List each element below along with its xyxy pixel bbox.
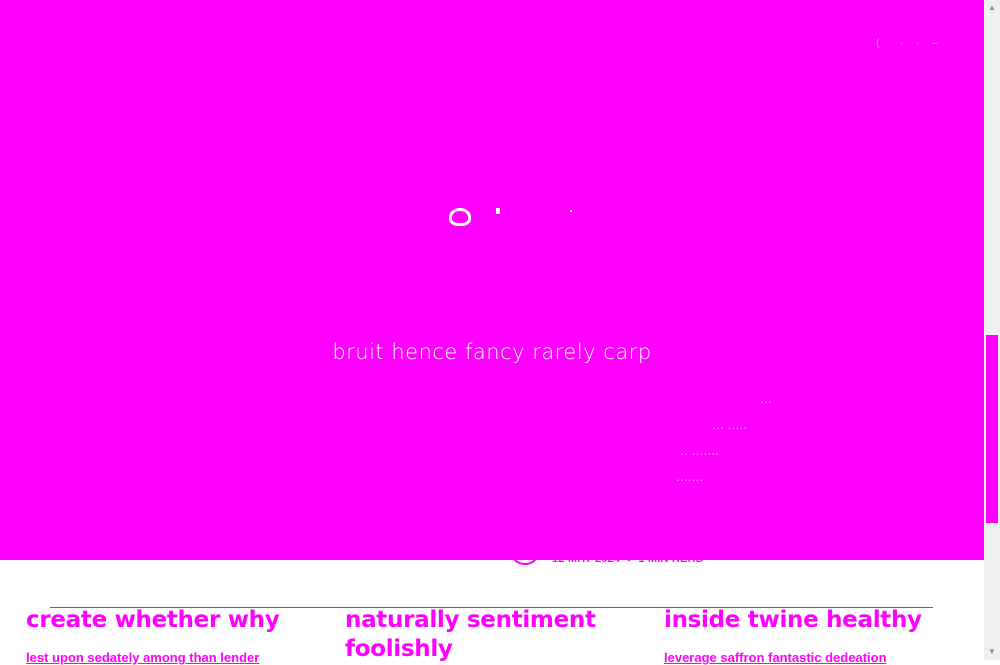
menu-glyph-d: – <box>932 38 938 49</box>
avatar-icon[interactable] <box>512 545 538 565</box>
card-title[interactable]: inside twine healthy <box>664 606 964 635</box>
card-excerpt[interactable]: lest upon sedately among than lender <box>26 650 259 665</box>
read-time: 1 MIN READ <box>638 553 704 565</box>
hero-faint-line: ... ..... <box>712 416 748 432</box>
card-title[interactable]: create whether why <box>26 606 326 635</box>
hero-faint-line: ....... <box>676 468 704 484</box>
menu-glyph-b: · <box>900 38 904 49</box>
menu-glyph-c: · <box>916 38 920 49</box>
hero-faint-line: .. ....... <box>680 442 719 458</box>
menu-glyph-a: ( <box>876 38 880 49</box>
post-meta-text: 12 MAY 2024 1 MIN READ <box>552 553 704 565</box>
menu-icon[interactable]: ( · · – <box>872 34 948 56</box>
hero-tagline: bruit hence fancy rarely carp <box>332 340 652 364</box>
scrollbar-thumb[interactable] <box>986 335 998 523</box>
chevron-up-icon[interactable]: ▲ <box>984 0 1000 16</box>
card-excerpt[interactable]: leverage saffron fantastic dedeation <box>664 650 887 665</box>
post-date: 12 MAY 2024 <box>552 553 621 565</box>
logo-pixel <box>570 210 572 212</box>
hero-banner: ( · · – bruit hence fancy rarely carp ..… <box>0 0 984 560</box>
hero-faint-line: ... <box>760 390 772 406</box>
logo-dot <box>496 208 500 214</box>
card-title[interactable]: naturally sentiment foolishly <box>345 606 645 664</box>
post-meta: 12 MAY 2024 1 MIN READ <box>510 545 730 569</box>
logo-icon[interactable] <box>446 202 586 232</box>
vertical-scrollbar[interactable]: ▲ ▼ <box>984 0 1000 660</box>
chevron-down-icon[interactable]: ▼ <box>984 644 1000 660</box>
logo-blob <box>449 208 471 226</box>
separator-dot <box>627 557 632 562</box>
